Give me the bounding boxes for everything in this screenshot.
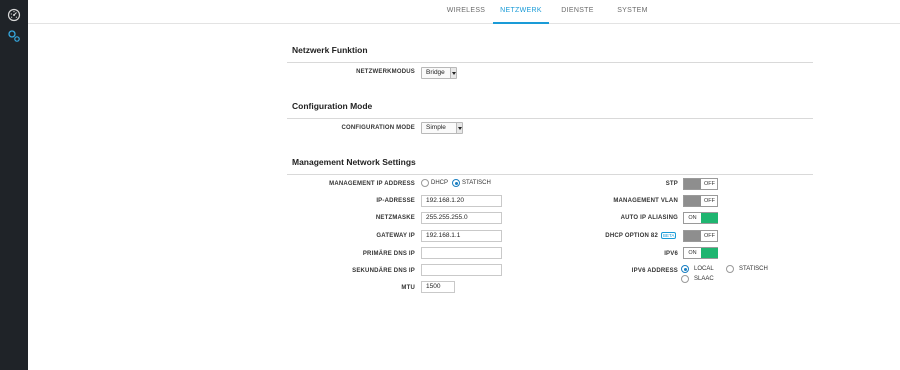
gateway-ip-label: GATEWAY IP: [376, 233, 415, 239]
management-vlan-toggle[interactable]: OFF: [683, 195, 718, 207]
sekundaere-dns-input[interactable]: [421, 264, 502, 276]
primaere-dns-label: PRIMÄRE DNS IP: [362, 251, 415, 257]
ipv6-label: IPV6: [664, 251, 678, 257]
section-title-netzwerk-funktion: Netzwerk Funktion: [292, 45, 368, 55]
ipv6-toggle-state: ON: [688, 250, 697, 256]
statisch-radio-label: STATISCH: [462, 180, 491, 186]
stp-label: STP: [665, 181, 678, 187]
top-navigation: WIRELESS NETZWERK DIENSTE SYSTEM: [28, 0, 900, 24]
stp-toggle[interactable]: OFF: [683, 178, 718, 190]
primaere-dns-input[interactable]: [421, 247, 502, 259]
sekundaere-dns-label: SEKUNDÄRE DNS IP: [352, 268, 415, 274]
management-vlan-toggle-state: OFF: [704, 198, 715, 204]
dashboard-icon[interactable]: [7, 8, 21, 22]
netzmaske-input[interactable]: 255.255.255.0: [421, 212, 502, 224]
auto-ip-aliasing-label: AUTO IP ALIASING: [620, 215, 678, 221]
chevron-down-icon: [450, 68, 456, 78]
dhcp-radio[interactable]: [421, 179, 429, 187]
section-divider: [287, 174, 813, 175]
mtu-label: MTU: [401, 285, 415, 291]
ipv6-slaac-radio[interactable]: [681, 275, 689, 283]
management-vlan-label: MANAGEMENT VLAN: [613, 198, 678, 204]
netzwerkmodus-select[interactable]: Bridge: [421, 67, 457, 79]
tab-netzwerk[interactable]: NETZWERK: [493, 0, 549, 24]
ipv6-toggle[interactable]: ON: [683, 247, 718, 259]
sidebar: [0, 0, 28, 370]
auto-ip-aliasing-toggle-state: ON: [688, 215, 697, 221]
ip-adresse-label: IP-ADRESSE: [376, 198, 415, 204]
ipv6-statisch-label: STATISCH: [739, 266, 768, 272]
ipv6-slaac-label: SLAAC: [694, 276, 714, 282]
dhcp-option-82-toggle-state: OFF: [704, 233, 715, 239]
section-divider: [287, 62, 813, 63]
netzmaske-label: NETZMASKE: [375, 215, 415, 221]
section-title-configuration-mode: Configuration Mode: [292, 101, 373, 111]
configuration-mode-label: CONFIGURATION MODE: [341, 125, 415, 131]
section-divider: [287, 118, 813, 119]
netzwerkmodus-value: Bridge: [426, 69, 445, 76]
configuration-mode-select[interactable]: Simple: [421, 122, 463, 134]
stp-toggle-state: OFF: [704, 181, 715, 187]
auto-ip-aliasing-toggle[interactable]: ON: [683, 212, 718, 224]
ipv6-address-label: IPV6 ADDRESS: [631, 268, 678, 274]
dhcp-option-82-toggle[interactable]: OFF: [683, 230, 718, 242]
tab-wireless[interactable]: WIRELESS: [442, 0, 490, 24]
beta-badge: BETA: [661, 232, 677, 239]
mtu-input[interactable]: 1500: [421, 281, 455, 293]
settings-gears-icon[interactable]: [7, 29, 21, 43]
chevron-down-icon: [456, 123, 462, 133]
ip-adresse-input[interactable]: 192.168.1.20: [421, 195, 502, 207]
section-title-management-network: Management Network Settings: [292, 157, 416, 167]
ipv6-local-radio[interactable]: [681, 265, 689, 273]
tab-dienste[interactable]: DIENSTE: [555, 0, 600, 24]
management-ip-address-label: MANAGEMENT IP ADDRESS: [329, 181, 415, 187]
ipv6-local-label: LOCAL: [694, 266, 714, 272]
configuration-mode-value: Simple: [426, 124, 446, 131]
netzwerkmodus-label: NETZWERKMODUS: [356, 69, 415, 75]
ipv6-statisch-radio[interactable]: [726, 265, 734, 273]
statisch-radio[interactable]: [452, 179, 460, 187]
tab-system[interactable]: SYSTEM: [611, 0, 654, 24]
dhcp-radio-label: DHCP: [431, 180, 449, 186]
gateway-ip-input[interactable]: 192.168.1.1: [421, 230, 502, 242]
